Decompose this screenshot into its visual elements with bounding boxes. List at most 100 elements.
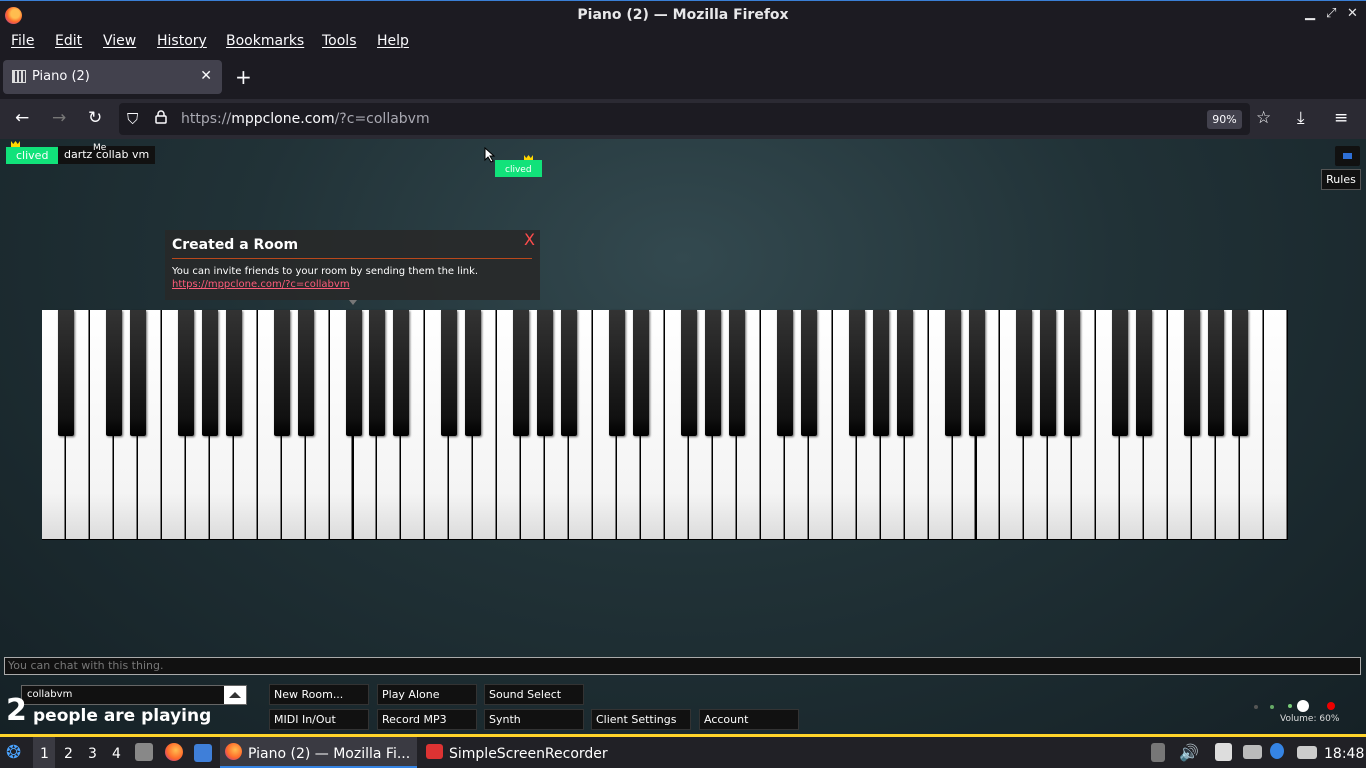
piano-black-key[interactable] xyxy=(1208,310,1225,436)
menu-help[interactable]: Help xyxy=(377,33,409,49)
update-icon[interactable] xyxy=(1270,743,1284,759)
bookmark-star-icon[interactable]: ☆ xyxy=(1256,108,1271,128)
taskbar-app-firefox[interactable]: Piano (2) — Mozilla Fi... xyxy=(220,737,417,768)
tab-piano[interactable]: Piano (2) ✕ xyxy=(3,60,222,94)
piano-black-key[interactable] xyxy=(800,310,817,436)
piano-black-key[interactable] xyxy=(105,310,122,436)
piano-black-key[interactable] xyxy=(345,310,362,436)
piano-black-key[interactable] xyxy=(177,310,194,436)
menu-history[interactable]: History xyxy=(157,33,207,49)
workspace-2[interactable]: 2 xyxy=(64,746,73,762)
user-tag[interactable]: clived xyxy=(6,147,59,164)
room-select[interactable]: collabvm xyxy=(21,685,247,705)
back-icon[interactable]: ← xyxy=(15,108,29,128)
url-bar[interactable]: ⛉ https://mppclone.com/?c=collabvm 90% ☆ xyxy=(119,103,1271,135)
piano-black-key[interactable] xyxy=(225,310,242,436)
piano-black-key[interactable] xyxy=(297,310,314,436)
piano-keyboard[interactable] xyxy=(42,310,1288,540)
volume-dot xyxy=(1254,705,1258,709)
new-room-button[interactable]: New Room... xyxy=(269,684,369,705)
navigation-bar: ← → ↻ ⛉ https://mppclone.com/?c=collabvm… xyxy=(0,99,1366,139)
piano-black-key[interactable] xyxy=(273,310,290,436)
network-icon[interactable] xyxy=(1243,745,1262,759)
workspace-3[interactable]: 3 xyxy=(88,746,97,762)
url-text[interactable]: https://mppclone.com/?c=collabvm xyxy=(181,111,430,127)
notice-close-button[interactable]: X xyxy=(524,230,535,249)
piano-black-key[interactable] xyxy=(1016,310,1033,436)
piano-white-key[interactable] xyxy=(1264,310,1287,539)
minimize-icon[interactable]: ▁ xyxy=(1305,6,1315,21)
menu-file[interactable]: File xyxy=(11,33,34,49)
restore-icon[interactable]: ⤢ xyxy=(1326,6,1336,21)
menu-tools[interactable]: Tools xyxy=(322,33,357,49)
piano-black-key[interactable] xyxy=(968,310,985,436)
piano-black-key[interactable] xyxy=(129,310,146,436)
account-button[interactable]: Account xyxy=(699,709,799,730)
piano-black-key[interactable] xyxy=(1184,310,1201,436)
piano-black-key[interactable] xyxy=(704,310,721,436)
volume-knob[interactable] xyxy=(1297,700,1309,712)
midi-in-out-button[interactable]: MIDI In/Out xyxy=(269,709,369,730)
reload-icon[interactable]: ↻ xyxy=(88,108,102,128)
record-mp3-button[interactable]: Record MP3 xyxy=(377,709,477,730)
shield-icon[interactable]: ⛉ xyxy=(127,110,138,128)
piano-black-key[interactable] xyxy=(393,310,410,436)
piano-black-key[interactable] xyxy=(513,310,530,436)
client-settings-button[interactable]: Client Settings xyxy=(591,709,691,730)
close-tab-icon[interactable]: ✕ xyxy=(200,68,212,84)
piano-black-key[interactable] xyxy=(944,310,961,436)
close-window-icon[interactable]: ✕ xyxy=(1347,6,1358,21)
piano-black-key[interactable] xyxy=(680,310,697,436)
downloads-icon[interactable]: ⤓ xyxy=(1297,108,1305,128)
piano-black-key[interactable] xyxy=(1232,310,1249,436)
sound-select-button[interactable]: Sound Select xyxy=(484,684,584,705)
piano-black-key[interactable] xyxy=(848,310,865,436)
synth-button[interactable]: Synth xyxy=(484,709,584,730)
menu-bookmarks[interactable]: Bookmarks xyxy=(226,33,304,49)
piano-black-key[interactable] xyxy=(465,310,482,436)
start-menu-icon[interactable]: ❂ xyxy=(6,742,21,763)
volume-icon[interactable]: 🔊 xyxy=(1179,743,1199,762)
piano-black-key[interactable] xyxy=(57,310,74,436)
play-alone-button[interactable]: Play Alone xyxy=(377,684,477,705)
piano-black-key[interactable] xyxy=(369,310,386,436)
piano-black-key[interactable] xyxy=(201,310,218,436)
chat-input[interactable]: You can chat with this thing. xyxy=(4,657,1361,675)
piano-black-key[interactable] xyxy=(609,310,626,436)
lock-icon[interactable] xyxy=(155,110,167,124)
piano-black-key[interactable] xyxy=(1112,310,1129,436)
rules-button[interactable]: Rules xyxy=(1321,169,1361,190)
piano-black-key[interactable] xyxy=(1040,310,1057,436)
firefox-icon xyxy=(225,743,242,760)
new-tab-icon[interactable]: + xyxy=(235,65,252,89)
room-dropdown-arrow-icon[interactable] xyxy=(224,686,246,704)
zoom-level-badge[interactable]: 90% xyxy=(1207,110,1242,129)
piano-black-key[interactable] xyxy=(872,310,889,436)
menu-edit[interactable]: Edit xyxy=(55,33,82,49)
my-name-tag[interactable]: dartz collab vm xyxy=(58,146,156,164)
piano-black-key[interactable] xyxy=(537,310,554,436)
desktop-icon[interactable] xyxy=(194,744,212,762)
camera-icon[interactable] xyxy=(1297,746,1317,759)
volume-dot xyxy=(1270,705,1274,709)
piano-black-key[interactable] xyxy=(1136,310,1153,436)
piano-black-key[interactable] xyxy=(1064,310,1081,436)
notes-icon[interactable] xyxy=(1215,743,1232,761)
hamburger-menu-icon[interactable]: ≡ xyxy=(1334,108,1348,128)
piano-black-key[interactable] xyxy=(728,310,745,436)
piano-black-key[interactable] xyxy=(441,310,458,436)
piano-black-key[interactable] xyxy=(561,310,578,436)
workspace-1[interactable]: 1 xyxy=(40,746,49,762)
piano-black-key[interactable] xyxy=(776,310,793,436)
menu-view[interactable]: View xyxy=(103,33,136,49)
piano-black-key[interactable] xyxy=(633,310,650,436)
firefox-launcher-icon[interactable] xyxy=(165,743,183,761)
workspace-4[interactable]: 4 xyxy=(112,746,121,762)
room-link[interactable]: https://mppclone.com/?c=collabvm xyxy=(172,279,350,290)
clipboard-icon[interactable] xyxy=(1151,743,1165,762)
forward-icon[interactable]: → xyxy=(52,108,66,128)
taskbar-app-recorder[interactable]: SimpleScreenRecorder xyxy=(420,737,620,768)
top-right-icon-button[interactable] xyxy=(1335,146,1360,166)
file-manager-icon[interactable] xyxy=(135,743,153,761)
piano-black-key[interactable] xyxy=(896,310,913,436)
